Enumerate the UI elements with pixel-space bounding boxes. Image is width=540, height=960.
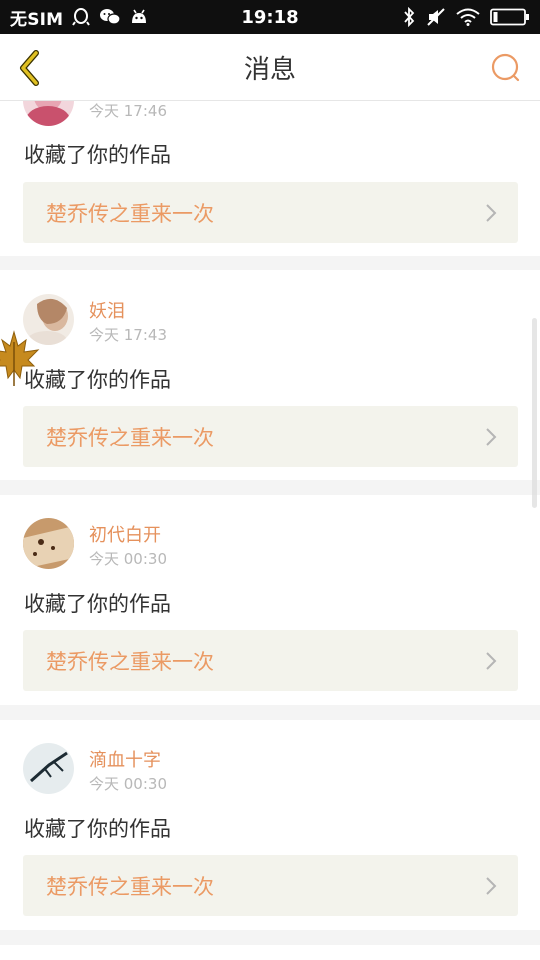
status-bar: 无SIM 19:18 [0,0,540,34]
chevron-left-icon [20,50,39,86]
message-card: 妖泪 今天 17:43 收藏了你的作品 楚乔传之重来一次 [0,270,540,480]
wechat-icon [99,7,121,27]
maple-leaf-decoration [0,330,40,386]
work-title: 楚乔传之重来一次 [46,874,214,899]
avatar[interactable] [23,518,74,569]
message-time: 今天 17:43 [89,326,167,344]
scrollbar[interactable] [532,318,537,508]
search-icon [491,53,520,82]
username[interactable]: 初代白开 [89,521,161,547]
work-link[interactable]: 楚乔传之重来一次 [23,182,518,243]
page-title: 消息 [243,55,296,85]
search-button[interactable] [490,52,522,84]
header-bar: 消息 [0,34,540,101]
username[interactable]: 妖泪 [89,297,125,323]
battery-icon [490,8,530,26]
message-card: 滴血十字 今天 00:30 收藏了你的作品 楚乔传之重来一次 [0,720,540,930]
back-button[interactable] [12,48,46,88]
message-time: 今天 00:30 [89,775,167,793]
avatar[interactable] [23,743,74,794]
wifi-icon [456,8,480,26]
chevron-right-icon [486,877,497,895]
carrier-label: 无SIM [10,9,64,30]
message-card: 初代白开 今天 00:30 收藏了你的作品 楚乔传之重来一次 [0,495,540,705]
chevron-right-icon [486,204,497,222]
avatar[interactable] [23,101,74,126]
work-title: 楚乔传之重来一次 [46,649,214,674]
android-icon [129,8,149,26]
message-action: 收藏了你的作品 [24,592,171,616]
message-card [0,945,540,960]
message-time: 今天 00:30 [89,550,167,568]
message-time: 今天 17:46 [89,102,167,120]
work-link[interactable]: 楚乔传之重来一次 [23,406,518,467]
message-action: 收藏了你的作品 [24,368,171,392]
message-card: 今天 17:46 收藏了你的作品 楚乔传之重来一次 [0,101,540,256]
message-action: 收藏了你的作品 [24,143,171,167]
work-title: 楚乔传之重来一次 [46,425,214,450]
chevron-right-icon [486,652,497,670]
username[interactable]: 滴血十字 [89,746,161,772]
mute-icon [426,7,446,27]
message-action: 收藏了你的作品 [24,817,171,841]
qq-icon [71,7,91,27]
work-link[interactable]: 楚乔传之重来一次 [23,855,518,916]
bluetooth-icon [402,7,416,27]
message-list[interactable]: 今天 17:46 收藏了你的作品 楚乔传之重来一次 妖泪 今天 17:43 收藏… [0,101,540,960]
work-link[interactable]: 楚乔传之重来一次 [23,630,518,691]
work-title: 楚乔传之重来一次 [46,201,214,226]
chevron-right-icon [486,428,497,446]
